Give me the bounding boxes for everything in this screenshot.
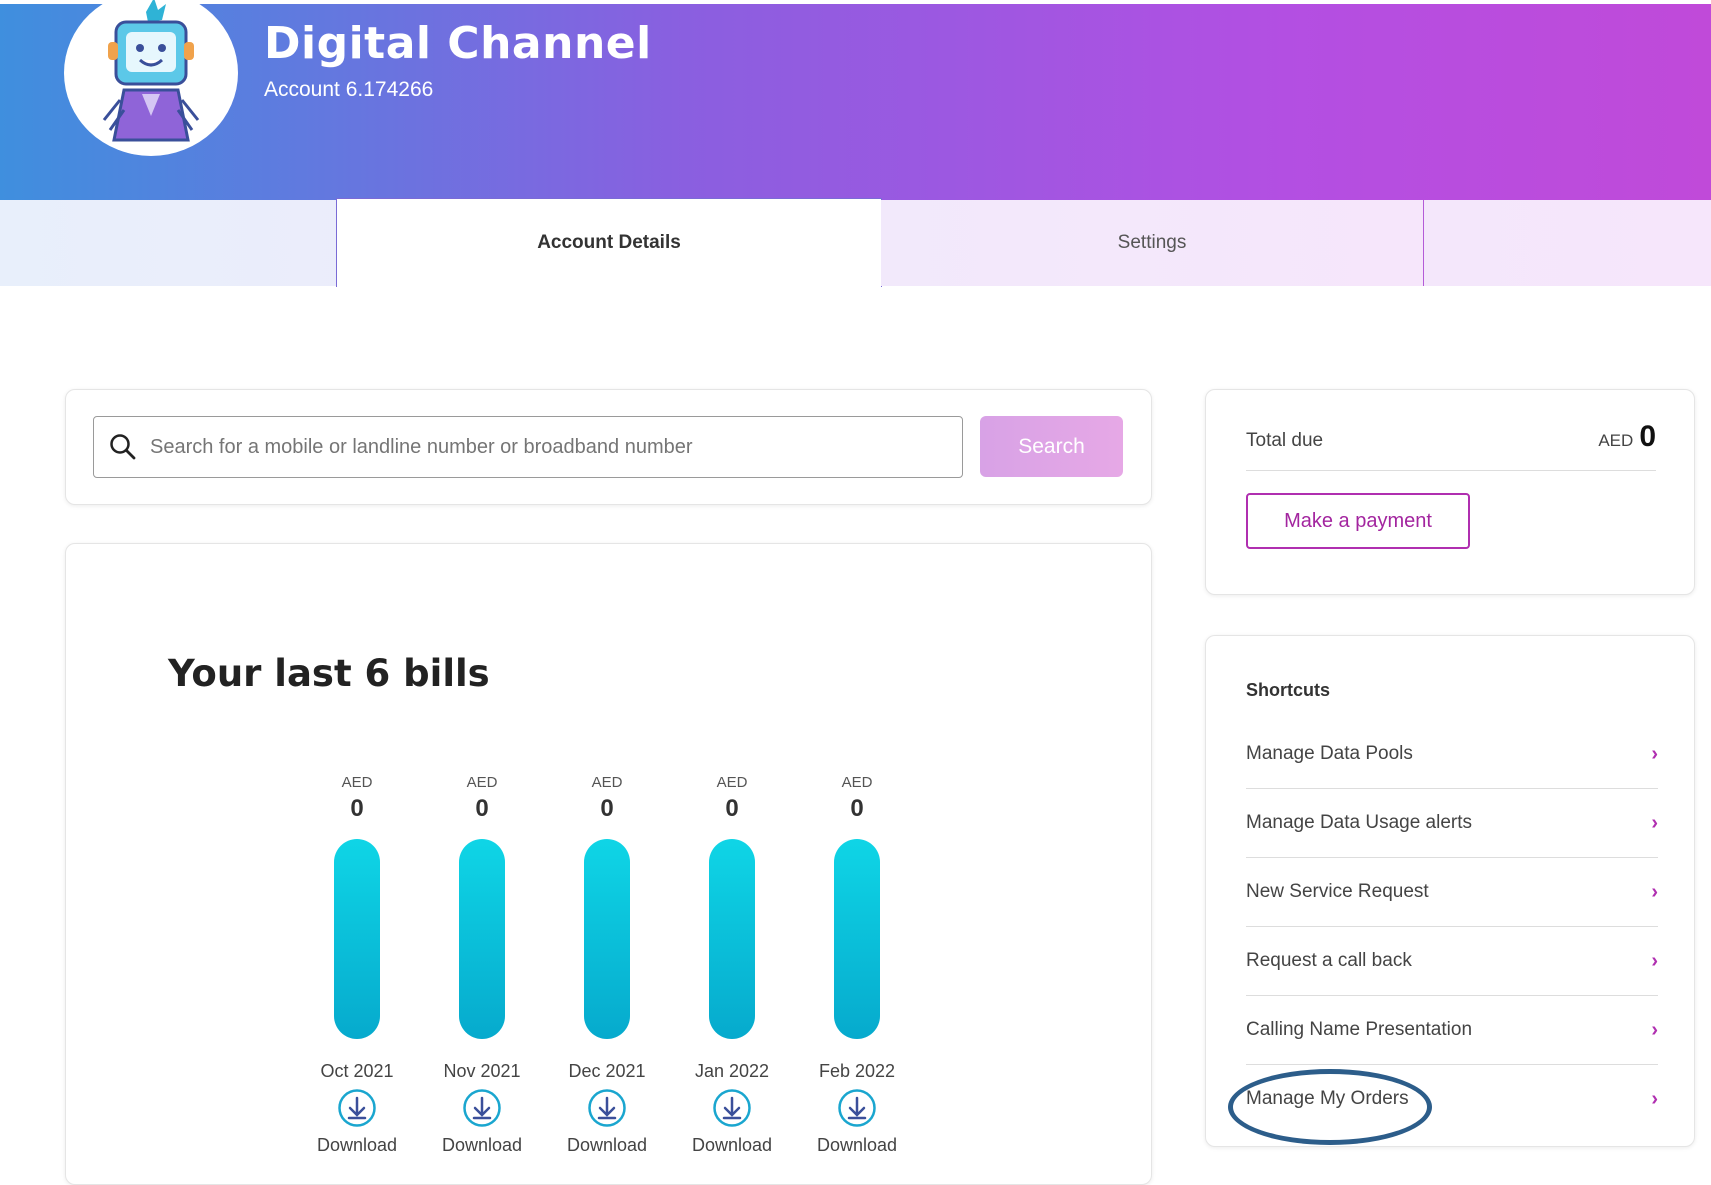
shortcut-manage-my-orders[interactable]: Manage My Orders › (1246, 1065, 1658, 1133)
bill-month: Oct 2021 (320, 1061, 394, 1081)
bill-currency: AED (591, 774, 623, 791)
shortcut-label: Manage Data Pools (1246, 743, 1413, 764)
download-icon[interactable] (587, 1088, 627, 1128)
bills-title: Your last 6 bills (168, 652, 490, 695)
chevron-right-icon: › (1651, 811, 1658, 834)
bill-item: AED 0 Nov 2021 Download (427, 774, 537, 1156)
chevron-right-icon: › (1651, 1087, 1658, 1110)
make-payment-button[interactable]: Make a payment (1246, 493, 1470, 549)
tab-account-details[interactable]: Account Details (336, 198, 882, 287)
shortcut-label: New Service Request (1246, 881, 1429, 902)
download-link[interactable]: Download (552, 1135, 662, 1156)
bills-card: Your last 6 bills AED 0 Oct 2021 Downloa… (65, 543, 1152, 1185)
download-link[interactable]: Download (802, 1135, 912, 1156)
shortcut-label: Request a call back (1246, 950, 1412, 971)
shortcut-request-call-back[interactable]: Request a call back › (1246, 927, 1658, 996)
tab-settings[interactable]: Settings (881, 200, 1424, 286)
total-amount: 0 (1639, 420, 1656, 453)
bill-bar[interactable] (834, 839, 880, 1039)
bill-currency: AED (716, 774, 748, 791)
bill-amount: 0 (850, 795, 864, 822)
bill-month: Nov 2021 (443, 1061, 521, 1081)
download-link[interactable]: Download (677, 1135, 787, 1156)
total-due-value: AED 0 (1598, 420, 1656, 454)
download-icon[interactable] (462, 1088, 502, 1128)
search-box (93, 416, 963, 478)
download-link[interactable]: Download (302, 1135, 412, 1156)
shortcut-calling-name-presentation[interactable]: Calling Name Presentation › (1246, 996, 1658, 1065)
chevron-right-icon: › (1651, 880, 1658, 903)
divider (1246, 470, 1656, 471)
bill-currency: AED (841, 774, 873, 791)
search-button[interactable]: Search (980, 416, 1123, 477)
shortcut-label: Calling Name Presentation (1246, 1019, 1473, 1040)
header-banner: Digital Channel Account 6.174266 (0, 0, 1711, 204)
shortcuts-title: Shortcuts (1246, 680, 1331, 700)
download-icon[interactable] (337, 1088, 377, 1128)
search-card: Search (65, 389, 1152, 505)
shortcut-manage-data-usage-alerts[interactable]: Manage Data Usage alerts › (1246, 789, 1658, 858)
download-link[interactable]: Download (427, 1135, 537, 1156)
account-number: Account 6.174266 (264, 78, 434, 101)
chevron-right-icon: › (1651, 1018, 1658, 1041)
shortcut-new-service-request[interactable]: New Service Request › (1246, 858, 1658, 927)
shortcut-label: Manage My Orders (1246, 1088, 1409, 1109)
total-due-label: Total due (1246, 430, 1324, 451)
chevron-right-icon: › (1651, 949, 1658, 972)
bill-currency: AED (466, 774, 498, 791)
download-icon[interactable] (712, 1088, 752, 1128)
top-border (0, 0, 1711, 4)
bill-item: AED 0 Jan 2022 Download (677, 774, 787, 1156)
bill-month: Feb 2022 (818, 1061, 896, 1081)
total-currency: AED (1598, 431, 1634, 450)
bill-item: AED 0 Dec 2021 Download (552, 774, 662, 1156)
total-due-card: Total due AED 0 Make a payment (1205, 389, 1695, 595)
brand-title: Digital Channel (264, 18, 652, 69)
download-icon[interactable] (837, 1088, 877, 1128)
bill-amount: 0 (475, 795, 489, 822)
avatar[interactable] (64, 0, 238, 156)
bill-month: Dec 2021 (568, 1061, 646, 1081)
bill-amount: 0 (600, 795, 614, 822)
bill-item: AED 0 Oct 2021 Download (302, 774, 412, 1156)
bill-month: Jan 2022 (694, 1061, 770, 1081)
bill-bar[interactable] (709, 839, 755, 1039)
bill-currency: AED (341, 774, 373, 791)
shortcut-label: Manage Data Usage alerts (1246, 812, 1473, 833)
bill-bar[interactable] (334, 839, 380, 1039)
bill-item: AED 0 Feb 2022 Download (802, 774, 912, 1156)
bill-amount: 0 (725, 795, 739, 822)
bill-bar[interactable] (584, 839, 630, 1039)
bill-amount: 0 (350, 795, 364, 822)
robot-mascot-icon (102, 0, 200, 142)
shortcut-manage-data-pools[interactable]: Manage Data Pools › (1246, 720, 1658, 789)
shortcuts-card: Shortcuts Manage Data Pools › Manage Dat… (1205, 635, 1695, 1147)
search-input[interactable] (148, 434, 932, 460)
search-icon (110, 434, 136, 460)
bill-bar[interactable] (459, 839, 505, 1039)
chevron-right-icon: › (1651, 742, 1658, 765)
